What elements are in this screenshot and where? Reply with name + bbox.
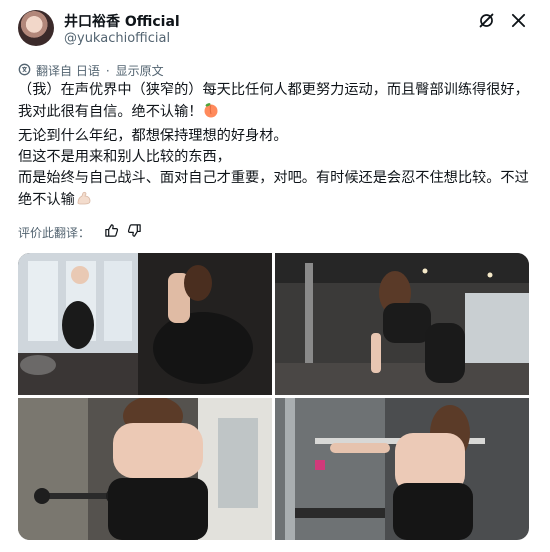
avatar[interactable] <box>18 10 54 46</box>
rate-label: 评价此翻译： <box>18 225 91 240</box>
post-line-3: 但这不是用来和别人比较的东西， <box>18 149 231 165</box>
peach-emoji <box>202 101 220 126</box>
post-header: 井口裕香 Official @yukachiofficial <box>18 8 532 54</box>
post-text: （我）在声优界中（狭窄的）每天比任何人都更努力运动，而且臀部训练得很好，我对此很… <box>18 80 532 214</box>
translation-separator: · <box>105 63 110 78</box>
show-original-link[interactable]: 显示原文 <box>116 62 164 79</box>
post-line-4: 而是始终与自己战斗、面对自己才重要，对吧。有时候还是会忍不住想比较。不过绝不认输 <box>18 168 532 214</box>
translation-notice: 翻译自 日语 · 显示原文 <box>18 62 164 79</box>
post-line-1: （我）在声优界中（狭窄的）每天比任何人都更努力运动，而且臀部训练得很好，我对此很… <box>18 80 532 126</box>
gym-photo-3[interactable] <box>18 398 272 540</box>
translate-icon <box>18 63 31 79</box>
gym-photo-4[interactable] <box>275 398 529 540</box>
gym-photo-2[interactable] <box>275 253 529 395</box>
grok-icon[interactable] <box>478 12 495 29</box>
gym-photo-1[interactable] <box>18 253 272 395</box>
close-icon[interactable] <box>511 13 526 28</box>
thumbs-down-icon[interactable] <box>127 223 142 241</box>
header-actions <box>478 12 526 29</box>
post-line-2: 无论到什么年纪，都想保持理想的好身材。 <box>18 128 288 144</box>
flexed-biceps-emoji <box>75 189 93 214</box>
thumbs-up-icon[interactable] <box>104 223 119 241</box>
rate-translation: 评价此翻译： <box>18 223 142 241</box>
user-handle[interactable]: @yukachiofficial <box>64 31 170 46</box>
display-name[interactable]: 井口裕香 Official <box>64 11 180 31</box>
translation-label: 翻译自 日语 <box>36 64 100 78</box>
media-grid <box>18 253 529 540</box>
